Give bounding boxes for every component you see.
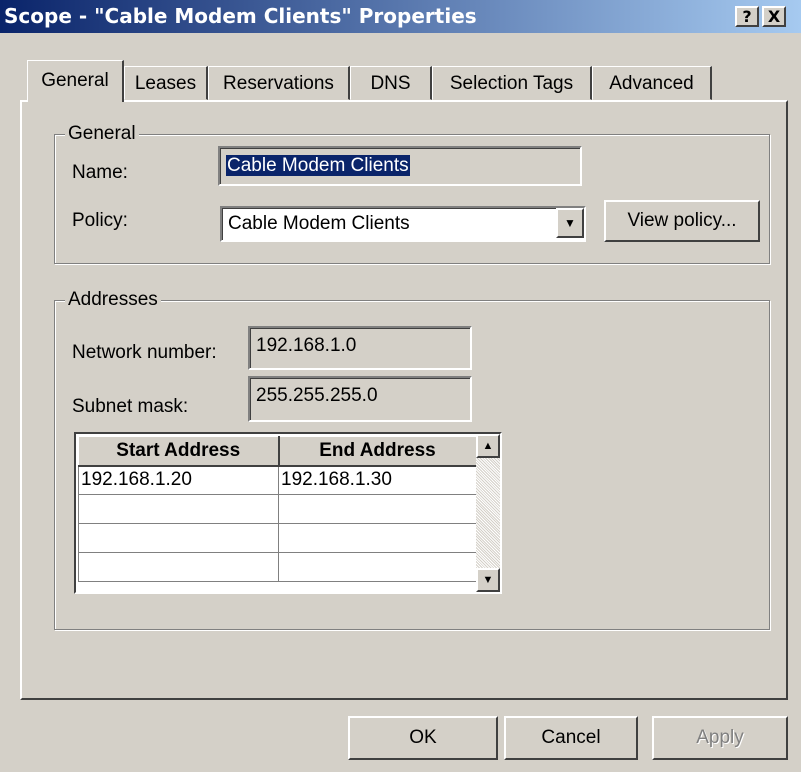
table-cell[interactable] [78, 494, 279, 524]
table-row[interactable] [78, 494, 477, 524]
table-cell[interactable]: 192.168.1.20 [78, 465, 279, 495]
tab-leases[interactable]: Leases [124, 66, 208, 100]
subnet-mask-field[interactable]: 255.255.255.0 [248, 376, 472, 422]
chevron-down-icon[interactable]: ▼ [556, 208, 584, 238]
tab-dns[interactable]: DNS [350, 66, 432, 100]
ok-button[interactable]: OK [348, 716, 498, 760]
window-title: Scope - "Cable Modem Clients" Properties [4, 4, 477, 28]
arrow-down-icon[interactable]: ▼ [476, 568, 500, 592]
table-cell[interactable] [278, 494, 477, 524]
cancel-button[interactable]: Cancel [504, 716, 638, 760]
table-cell[interactable] [78, 552, 279, 582]
tab-reservations[interactable]: Reservations [208, 66, 350, 100]
column-header-end[interactable]: End Address [278, 436, 478, 467]
view-policy-button[interactable]: View policy... [604, 200, 760, 242]
addresses-group-legend: Addresses [65, 289, 161, 311]
policy-label: Policy: [72, 210, 128, 231]
policy-value: Cable Modem Clients [228, 213, 410, 234]
close-button[interactable]: X [762, 6, 786, 27]
table-cell[interactable]: 192.168.1.30 [278, 465, 477, 495]
arrow-up-icon[interactable]: ▲ [476, 434, 500, 458]
table-cell[interactable] [278, 552, 477, 582]
tab-general[interactable]: General [27, 60, 124, 102]
tab-selection-tags[interactable]: Selection Tags [432, 66, 592, 100]
address-range-grid[interactable]: Start Address End Address 192.168.1.20 1… [74, 432, 502, 594]
network-number-label: Network number: [72, 342, 217, 363]
help-button[interactable]: ? [735, 6, 759, 27]
general-group-legend: General [65, 123, 139, 145]
tab-advanced[interactable]: Advanced [592, 66, 712, 100]
name-label: Name: [72, 162, 128, 183]
address-table: Start Address End Address 192.168.1.20 1… [78, 436, 478, 582]
network-number-field[interactable]: 192.168.1.0 [248, 326, 472, 370]
column-header-start[interactable]: Start Address [78, 436, 280, 467]
name-value: Cable Modem Clients [226, 155, 410, 176]
subnet-mask-label: Subnet mask: [72, 396, 189, 417]
title-bar[interactable]: Scope - "Cable Modem Clients" Properties… [0, 0, 801, 33]
table-row[interactable] [78, 552, 477, 582]
table-cell[interactable] [78, 523, 279, 553]
table-row[interactable]: 192.168.1.20 192.168.1.30 [78, 465, 477, 495]
apply-button[interactable]: Apply [652, 716, 788, 760]
table-cell[interactable] [278, 523, 477, 553]
vertical-scrollbar[interactable]: ▲ ▼ [476, 434, 500, 592]
policy-select[interactable]: Cable Modem Clients [220, 206, 586, 242]
table-row[interactable] [78, 523, 477, 553]
name-field[interactable]: Cable Modem Clients [218, 146, 582, 186]
